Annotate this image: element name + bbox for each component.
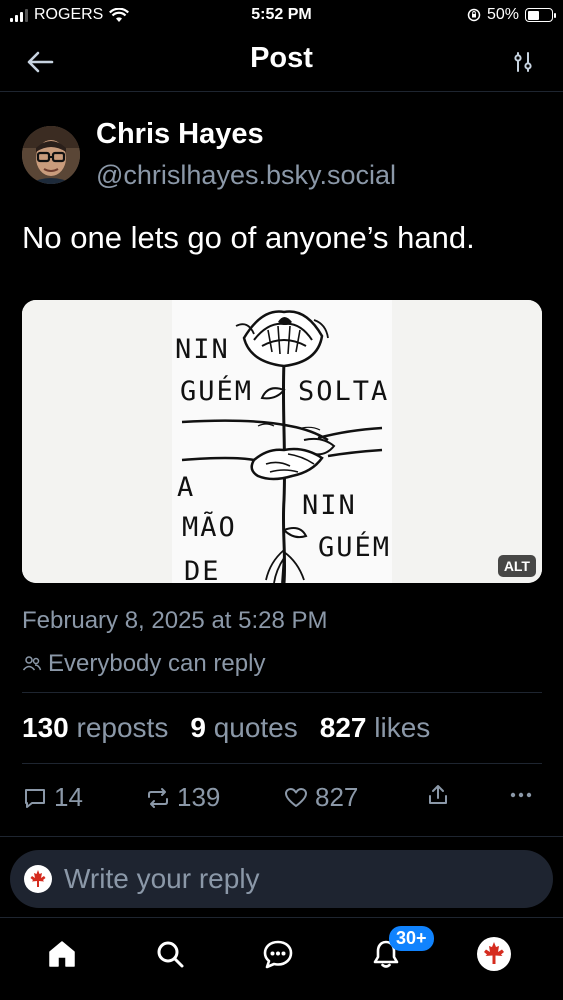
reposts-label: reposts	[76, 712, 169, 743]
heart-icon	[285, 787, 307, 807]
likes-count: 827	[319, 712, 367, 743]
maple-leaf-icon	[30, 870, 46, 887]
reposts-count: 130	[22, 712, 69, 743]
alt-badge[interactable]: ALT	[497, 555, 536, 577]
chat-icon	[263, 940, 293, 969]
reply-button[interactable]: 14	[22, 782, 83, 813]
divider	[22, 692, 542, 693]
status-bar: ROGERS 5:52 PM 50%	[0, 0, 563, 32]
like-count: 827	[315, 782, 359, 812]
divider	[22, 763, 542, 764]
lettering-6: DE	[184, 556, 221, 583]
reply-input[interactable]: Write your reply	[10, 850, 553, 908]
quotes-stat[interactable]: 9 quotes	[190, 712, 297, 744]
post-timestamp: February 8, 2025 at 5:28 PM	[22, 607, 328, 634]
reply-placeholder: Write your reply	[64, 863, 260, 894]
orientation-lock-icon	[467, 8, 481, 22]
quotes-count: 9	[190, 712, 206, 743]
lettering-3: SOLTA	[298, 376, 389, 407]
battery-icon	[525, 8, 556, 22]
nav-chat[interactable]	[258, 934, 298, 974]
repost-count: 139	[177, 782, 221, 812]
reply-permission: Everybody can reply	[22, 650, 265, 678]
likes-label: likes	[374, 712, 431, 743]
avatar-image	[22, 126, 80, 184]
reply-permission-label: Everybody can reply	[48, 650, 266, 677]
author-handle[interactable]: @chrislhayes.bsky.social	[96, 160, 396, 191]
lettering-1: NIN	[175, 334, 230, 365]
illustration-hands-rose: NIN GUÉM SOLTA A MÃO DE NIN GUÉM	[22, 300, 542, 583]
lettering-2: GUÉM	[180, 375, 253, 407]
nav-profile[interactable]	[474, 934, 514, 974]
profile-avatar-icon	[477, 937, 511, 971]
post-actions: 14 139 827	[0, 782, 563, 818]
nav-search[interactable]	[150, 934, 190, 974]
lettering-5: MÃO	[182, 511, 237, 543]
more-icon	[510, 792, 532, 798]
notifications-badge: 30+	[389, 926, 434, 951]
page-title: Post	[250, 42, 313, 74]
nav-home[interactable]	[42, 934, 82, 974]
reply-icon	[25, 788, 45, 808]
lettering-4: A	[177, 472, 195, 503]
battery-level	[527, 10, 539, 20]
post-image[interactable]: NIN GUÉM SOLTA A MÃO DE NIN GUÉM ALT	[22, 300, 542, 583]
repost-icon	[148, 787, 168, 808]
author-avatar[interactable]	[22, 126, 80, 184]
quotes-label: quotes	[213, 712, 298, 743]
share-button[interactable]	[425, 782, 451, 808]
repost-button[interactable]: 139	[145, 782, 220, 813]
thread-options-button[interactable]	[505, 44, 541, 80]
people-icon	[22, 656, 42, 671]
post-text: No one lets go of anyone’s hand.	[22, 220, 475, 255]
like-button[interactable]: 827	[283, 782, 358, 813]
user-avatar	[24, 865, 52, 893]
lettering-7: NIN	[302, 490, 357, 521]
search-icon	[157, 941, 184, 968]
share-icon	[429, 785, 447, 804]
lettering-8: GUÉM	[318, 531, 391, 563]
author-name[interactable]: Chris Hayes	[96, 118, 264, 151]
more-options-button[interactable]	[508, 782, 534, 808]
home-icon	[49, 941, 75, 967]
likes-stat[interactable]: 827 likes	[320, 712, 431, 744]
battery-info: 50%	[467, 6, 556, 24]
reply-count: 14	[54, 782, 83, 812]
divider	[0, 836, 563, 837]
sliders-icon	[514, 52, 532, 72]
engagement-stats: 130 reposts 9 quotes 827 likes	[22, 712, 430, 744]
reposts-stat[interactable]: 130 reposts	[22, 712, 168, 744]
battery-percent: 50%	[486, 6, 519, 23]
top-bar: Post	[0, 32, 563, 92]
bottom-navigation: 30+	[0, 917, 563, 1000]
